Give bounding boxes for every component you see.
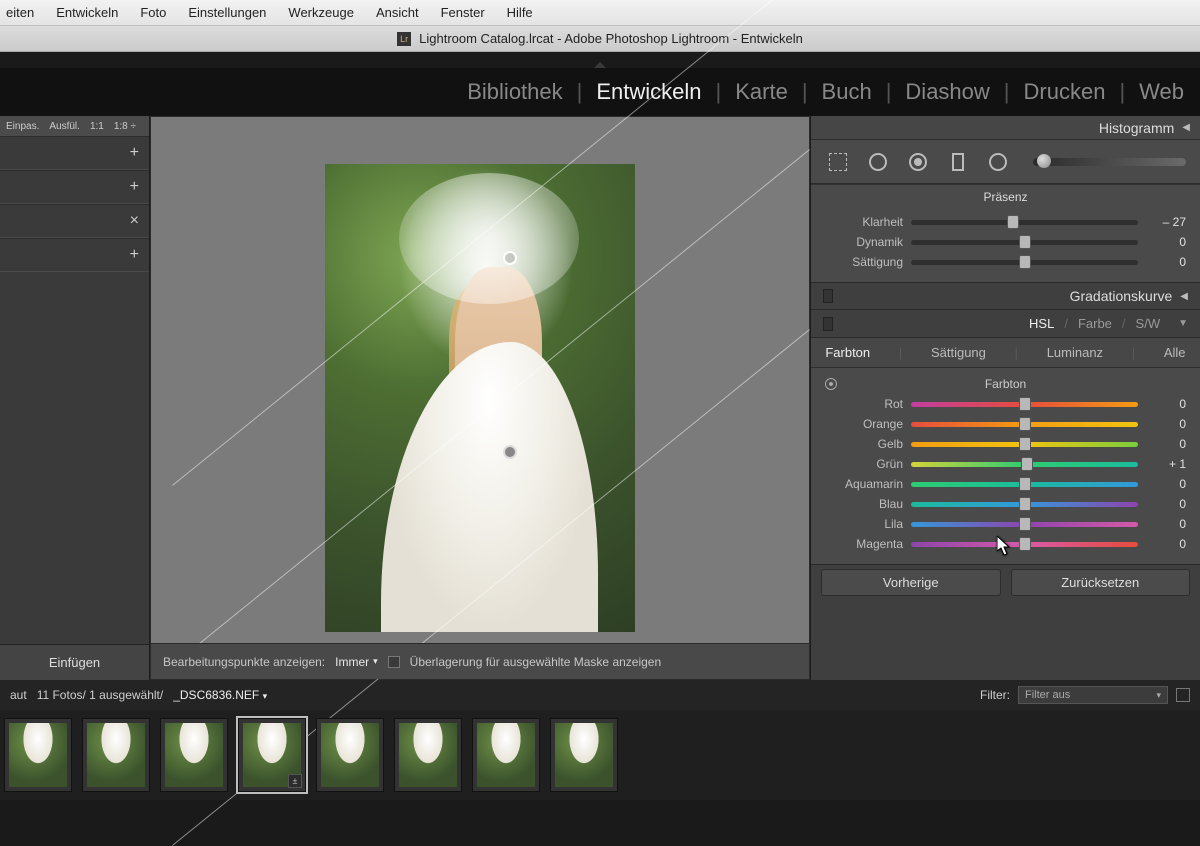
- identity-plate-strip: [0, 52, 1200, 68]
- collapse-triangle-icon: ◀: [1182, 122, 1190, 133]
- filename-dropdown[interactable]: _DSC6836.NEF ▾: [173, 688, 267, 702]
- filmstrip-thumb[interactable]: [316, 718, 384, 792]
- panel-switch-icon[interactable]: [823, 317, 833, 331]
- expand-triangle-icon[interactable]: ▼: [1178, 318, 1188, 329]
- hsl-tab-farbe[interactable]: Farbe: [1078, 316, 1112, 331]
- hsl-subtab-farbton[interactable]: Farbton: [817, 345, 878, 360]
- filmstrip-thumb[interactable]: [4, 718, 72, 792]
- module-bibliothek[interactable]: Bibliothek: [465, 79, 564, 105]
- add-button[interactable]: +: [0, 136, 149, 170]
- module-drucken[interactable]: Drucken: [1022, 79, 1108, 105]
- menu-werkzeuge[interactable]: Werkzeuge: [288, 5, 354, 20]
- adjustment-pin[interactable]: [503, 251, 517, 265]
- targeted-adjust-icon[interactable]: [825, 378, 837, 390]
- filmstrip-thumb[interactable]: [472, 718, 540, 792]
- filmstrip-thumb[interactable]: [82, 718, 150, 792]
- left-panel: Einpas.Ausfül.1:11:8 ÷ ++×+ Einfügen: [0, 116, 150, 680]
- local-tools-row: [811, 140, 1200, 184]
- edit-pins-dropdown[interactable]: Immer▾: [335, 655, 378, 669]
- image-canvas[interactable]: Bearbeitungspunkte anzeigen: Immer▾ Über…: [150, 116, 810, 680]
- filmstrip-thumb[interactable]: ±: [238, 718, 306, 792]
- slider-sättigung[interactable]: Sättigung0: [825, 252, 1186, 272]
- radial-tool[interactable]: [985, 149, 1011, 175]
- hue-slider-orange[interactable]: Orange0: [825, 414, 1186, 434]
- hsl-tab-s/w[interactable]: S/W: [1136, 316, 1161, 331]
- presence-section-title: Präsenz: [811, 184, 1200, 208]
- add-button[interactable]: +: [0, 170, 149, 204]
- panel-switch-icon[interactable]: [823, 289, 833, 303]
- menu-fenster[interactable]: Fenster: [441, 5, 485, 20]
- hue-slider-rot[interactable]: Rot0: [825, 394, 1186, 414]
- adjustment-pin[interactable]: [503, 445, 517, 459]
- develop-buttons-row: Vorherige Zurücksetzen: [811, 564, 1200, 600]
- histogram-panel-header[interactable]: Histogramm◀: [811, 116, 1200, 140]
- hsl-subtabs: Farbton|Sättigung|Luminanz|Alle: [811, 338, 1200, 368]
- paste-button[interactable]: Einfügen: [0, 644, 149, 680]
- hue-slider-lila[interactable]: Lila0: [825, 514, 1186, 534]
- hsl-subtab-alle[interactable]: Alle: [1156, 345, 1194, 360]
- lightroom-icon: Lr: [397, 32, 411, 46]
- filmstrip-thumb[interactable]: [550, 718, 618, 792]
- filter-dropdown[interactable]: Filter aus▾: [1018, 686, 1168, 704]
- filmstrip-thumb[interactable]: [160, 718, 228, 792]
- os-menubar: eiten Entwickeln Foto Einstellungen Werkzeug…: [0, 0, 1200, 26]
- module-buch[interactable]: Buch: [820, 79, 874, 105]
- hue-slider-gelb[interactable]: Gelb0: [825, 434, 1186, 454]
- folder-crumb[interactable]: aut: [10, 688, 27, 702]
- remove-button[interactable]: ×: [0, 204, 149, 238]
- zoom-option[interactable]: Einpas.: [6, 121, 39, 132]
- redeye-tool[interactable]: [905, 149, 931, 175]
- hue-slider-magenta[interactable]: Magenta0: [825, 534, 1186, 554]
- menu-foto[interactable]: Foto: [140, 5, 166, 20]
- hsl-panel-header: HSL/Farbe/S/W▼: [811, 310, 1200, 338]
- slider-klarheit[interactable]: Klarheit– 27: [825, 212, 1186, 232]
- mask-overlay-checkbox[interactable]: [388, 656, 400, 668]
- module-diashow[interactable]: Diashow: [903, 79, 991, 105]
- module-web[interactable]: Web: [1137, 79, 1186, 105]
- slider-dynamik[interactable]: Dynamik0: [825, 232, 1186, 252]
- crop-tool[interactable]: [825, 149, 851, 175]
- zoom-option[interactable]: 1:1: [90, 121, 104, 132]
- filter-lock-icon[interactable]: [1176, 688, 1190, 702]
- zoom-option[interactable]: Ausfül.: [49, 121, 80, 132]
- hsl-subtab-sättigung[interactable]: Sättigung: [923, 345, 994, 360]
- menu-entwickeln[interactable]: Entwickeln: [56, 5, 118, 20]
- canvas-toolbar: Bearbeitungspunkte anzeigen: Immer▾ Über…: [151, 643, 809, 679]
- zoom-option[interactable]: 1:8 ÷: [114, 121, 136, 132]
- collapse-triangle-icon: ◀: [1180, 291, 1188, 302]
- menu-eiten[interactable]: eiten: [6, 5, 34, 20]
- filmstrip-infobar: aut 11 Fotos/ 1 ausgewählt/ _DSC6836.NEF…: [0, 680, 1200, 710]
- gradient-tool[interactable]: [945, 149, 971, 175]
- previous-button[interactable]: Vorherige: [821, 569, 1001, 596]
- develop-badge-icon: ±: [288, 774, 302, 788]
- spot-tool[interactable]: [865, 149, 891, 175]
- module-karte[interactable]: Karte: [733, 79, 790, 105]
- add-button[interactable]: +: [0, 238, 149, 272]
- hue-slider-aquamarin[interactable]: Aquamarin0: [825, 474, 1186, 494]
- hue-slider-grün[interactable]: Grün+ 1: [825, 454, 1186, 474]
- edit-pins-label: Bearbeitungspunkte anzeigen:: [163, 655, 325, 669]
- hsl-tab-hsl[interactable]: HSL: [1029, 316, 1054, 331]
- window-titlebar: Lr Lightroom Catalog.lrcat - Adobe Photo…: [0, 26, 1200, 52]
- selection-count: 11 Fotos/ 1 ausgewählt/: [37, 688, 164, 702]
- right-panel: Histogramm◀ Präsenz Klarheit– 27Dynamik0…: [810, 116, 1200, 680]
- menu-hilfe[interactable]: Hilfe: [507, 5, 533, 20]
- hsl-subtab-luminanz[interactable]: Luminanz: [1039, 345, 1111, 360]
- navigator-zoom-row: Einpas. Ausfül. 1:1 1:8 ÷: [0, 116, 149, 136]
- filmstrip: ±: [0, 710, 1200, 800]
- tool-amount-slider[interactable]: [1033, 158, 1186, 166]
- menu-ansicht[interactable]: Ansicht: [376, 5, 419, 20]
- hue-slider-blau[interactable]: Blau0: [825, 494, 1186, 514]
- module-entwickeln[interactable]: Entwickeln: [594, 79, 703, 105]
- module-picker: Bibliothek|Entwickeln|Karte|Buch|Diashow…: [0, 68, 1200, 116]
- reset-button[interactable]: Zurücksetzen: [1011, 569, 1191, 596]
- mask-overlay-label: Überlagerung für ausgewählte Maske anzei…: [410, 655, 662, 669]
- filter-label: Filter:: [980, 688, 1010, 702]
- filmstrip-thumb[interactable]: [394, 718, 462, 792]
- hsl-section-title: Farbton: [985, 377, 1026, 391]
- tone-curve-panel-header[interactable]: Gradationskurve ◀: [811, 282, 1200, 310]
- menu-einstellungen[interactable]: Einstellungen: [188, 5, 266, 20]
- window-title: Lightroom Catalog.lrcat - Adobe Photosho…: [419, 31, 803, 46]
